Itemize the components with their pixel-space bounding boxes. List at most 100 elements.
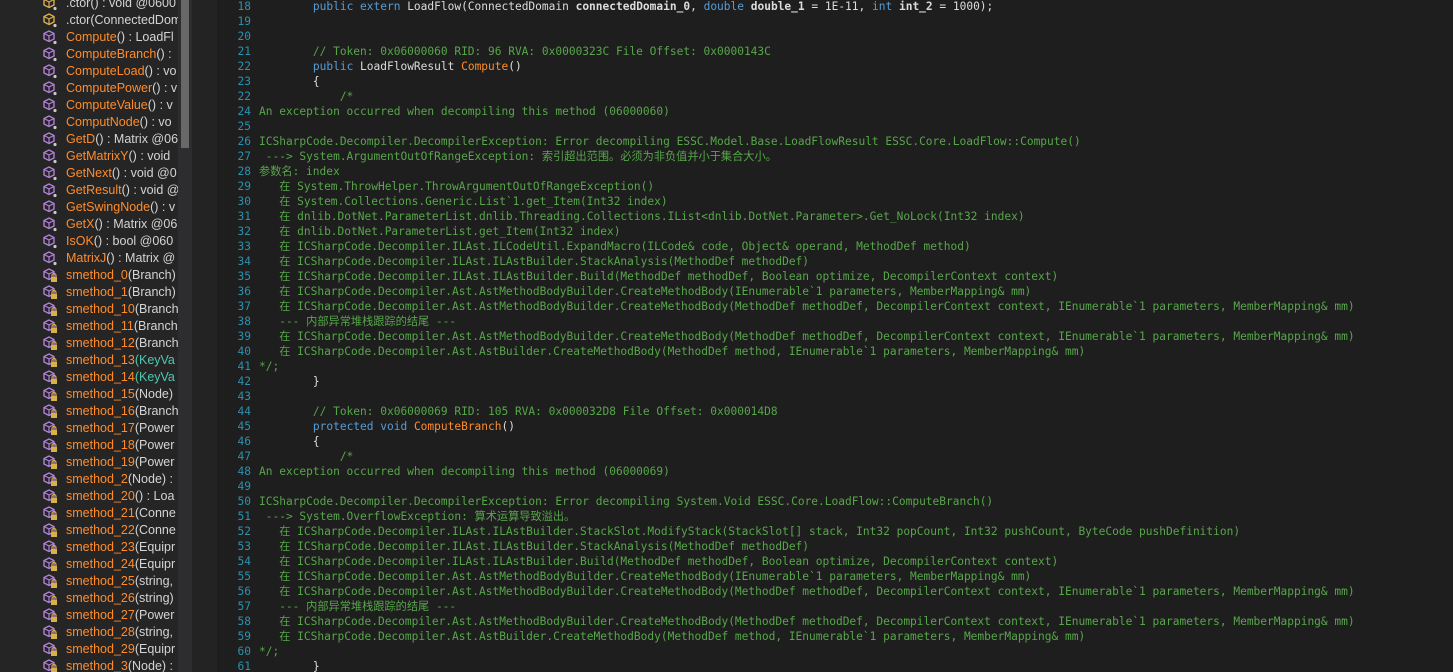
- code-line[interactable]: 55 在 ICSharpCode.Decompiler.Ast.AstMetho…: [217, 569, 1453, 584]
- code-token: int: [872, 0, 893, 13]
- tree-item-method[interactable]: Compute() : LoadFl: [0, 29, 178, 46]
- tree-item-method[interactable]: IsOK() : bool @060: [0, 233, 178, 250]
- method-signature: (Branch): [127, 285, 176, 299]
- code-line[interactable]: 46 {: [217, 434, 1453, 449]
- code-line[interactable]: 27 ---> System.ArgumentOutOfRangeExcepti…: [217, 149, 1453, 164]
- code-line[interactable]: 60 */;: [217, 644, 1453, 659]
- tree-item-method[interactable]: smethod_27(Power: [0, 607, 178, 624]
- code-line[interactable]: 43: [217, 389, 1453, 404]
- code-line[interactable]: 58 在 ICSharpCode.Decompiler.Ast.AstMetho…: [217, 614, 1453, 629]
- code-line[interactable]: 25: [217, 119, 1453, 134]
- code-line[interactable]: 57 --- 内部异常堆栈跟踪的结尾 ---: [217, 599, 1453, 614]
- tree-item-method[interactable]: MatrixJ() : Matrix @: [0, 250, 178, 267]
- tree-item-method[interactable]: smethod_13(KeyVa: [0, 352, 178, 369]
- code-line[interactable]: 54 在 ICSharpCode.Decompiler.ILAst.ILAstB…: [217, 554, 1453, 569]
- code-line[interactable]: 32 在 dnlib.DotNet.ParameterList.get_Item…: [217, 224, 1453, 239]
- code-line[interactable]: 18 public extern LoadFlow(ConnectedDomai…: [217, 0, 1453, 14]
- code-line[interactable]: 21 // Token: 0x06000060 RID: 96 RVA: 0x0…: [217, 44, 1453, 59]
- tree-item-method[interactable]: smethod_11(Branch: [0, 318, 178, 335]
- tree-item-method[interactable]: smethod_3(Node) :: [0, 658, 178, 672]
- tree-item-method[interactable]: smethod_2(Node) :: [0, 471, 178, 488]
- tree-item-method[interactable]: smethod_0(Branch): [0, 267, 178, 284]
- line-number: 42: [237, 375, 251, 388]
- code-line[interactable]: 19: [217, 14, 1453, 29]
- tree-item-method[interactable]: smethod_24(Equipr: [0, 556, 178, 573]
- tree-item-method[interactable]: smethod_20() : Loa: [0, 488, 178, 505]
- tree-item-method[interactable]: smethod_23(Equipr: [0, 539, 178, 556]
- code-line[interactable]: 56 在 ICSharpCode.Decompiler.Ast.AstMetho…: [217, 584, 1453, 599]
- tree-item-method[interactable]: smethod_10(Branch: [0, 301, 178, 318]
- line-number: 47: [237, 450, 251, 463]
- code-editor[interactable]: 18 public extern LoadFlow(ConnectedDomai…: [217, 0, 1453, 672]
- tree-item-label: smethod_15(Node): [66, 386, 173, 403]
- tree-item-method[interactable]: smethod_1(Branch): [0, 284, 178, 301]
- tree-item-method[interactable]: smethod_14(KeyVa: [0, 369, 178, 386]
- tree-item-method[interactable]: GetD() : Matrix @06: [0, 131, 178, 148]
- code-line[interactable]: 35 在 ICSharpCode.Decompiler.ILAst.ILAstB…: [217, 269, 1453, 284]
- code-line[interactable]: 42 }: [217, 374, 1453, 389]
- code-line[interactable]: 45 protected void ComputeBranch(): [217, 419, 1453, 434]
- tree-item-method[interactable]: ComputeValue() : v: [0, 97, 178, 114]
- code-line[interactable]: 59 在 ICSharpCode.Decompiler.Ast.AstBuild…: [217, 629, 1453, 644]
- code-line[interactable]: 22 /*: [217, 89, 1453, 104]
- method-cube-lock-icon: [43, 472, 57, 486]
- tree-item-method[interactable]: smethod_16(Branch: [0, 403, 178, 420]
- code-line[interactable]: 44 // Token: 0x06000069 RID: 105 RVA: 0x…: [217, 404, 1453, 419]
- code-line[interactable]: 24 An exception occurred when decompiling…: [217, 104, 1453, 119]
- tree-item-method[interactable]: GetResult() : void @: [0, 182, 178, 199]
- tree-item-method[interactable]: smethod_15(Node): [0, 386, 178, 403]
- code-line[interactable]: 26 ICSharpCode.Decompiler.DecompilerExcep…: [217, 134, 1453, 149]
- tree-item-method[interactable]: GetMatrixY() : void: [0, 148, 178, 165]
- tree-item-method[interactable]: GetNext() : void @0: [0, 165, 178, 182]
- tree-item-method[interactable]: ComputePower() : v: [0, 80, 178, 97]
- tree-item-method[interactable]: smethod_21(Conne: [0, 505, 178, 522]
- tree-item-label: smethod_18(Power: [66, 437, 174, 454]
- tree-item-method[interactable]: smethod_19(Power: [0, 454, 178, 471]
- tree-item-method[interactable]: smethod_18(Power: [0, 437, 178, 454]
- scrollbar-thumb[interactable]: [181, 0, 189, 148]
- code-line[interactable]: 20: [217, 29, 1453, 44]
- code-line[interactable]: 51 ---> System.OverflowException: 算术运算导致…: [217, 509, 1453, 524]
- panel-splitter[interactable]: [192, 0, 217, 672]
- tree-item-method[interactable]: smethod_17(Power: [0, 420, 178, 437]
- tree-item-method[interactable]: ComputNode() : vo: [0, 114, 178, 131]
- code-line[interactable]: 33 在 ICSharpCode.Decompiler.ILAst.ILCode…: [217, 239, 1453, 254]
- code-line[interactable]: 40 在 ICSharpCode.Decompiler.Ast.AstBuild…: [217, 344, 1453, 359]
- tree-item-method[interactable]: smethod_12(Branch: [0, 335, 178, 352]
- tree-item-method[interactable]: smethod_28(string,: [0, 624, 178, 641]
- tree-item-method[interactable]: .ctor(ConnectedDom: [0, 12, 178, 29]
- code-line[interactable]: 47 /*: [217, 449, 1453, 464]
- tree-item-method[interactable]: smethod_25(string,: [0, 573, 178, 590]
- tree-item-method[interactable]: GetSwingNode() : v: [0, 199, 178, 216]
- code-line[interactable]: 41 */;: [217, 359, 1453, 374]
- code-line[interactable]: 30 在 System.Collections.Generic.List`1.g…: [217, 194, 1453, 209]
- code-line[interactable]: 23 {: [217, 74, 1453, 89]
- tree-item-method[interactable]: smethod_22(Conne: [0, 522, 178, 539]
- code-line[interactable]: 38 --- 内部异常堆栈跟踪的结尾 ---: [217, 314, 1453, 329]
- code-line[interactable]: 29 在 System.ThrowHelper.ThrowArgumentOut…: [217, 179, 1453, 194]
- code-line[interactable]: 39 在 ICSharpCode.Decompiler.Ast.AstMetho…: [217, 329, 1453, 344]
- code-token: 在 ICSharpCode.Decompiler.Ast.AstMethodBo…: [259, 570, 1032, 583]
- code-line[interactable]: 34 在 ICSharpCode.Decompiler.ILAst.ILAstB…: [217, 254, 1453, 269]
- tree-item-method[interactable]: GetX() : Matrix @06: [0, 216, 178, 233]
- line-number: 53: [237, 540, 251, 553]
- code-line[interactable]: 52 在 ICSharpCode.Decompiler.ILAst.ILAstB…: [217, 524, 1453, 539]
- tree-item-method[interactable]: smethod_26(string): [0, 590, 178, 607]
- code-line[interactable]: 50 ICSharpCode.Decompiler.DecompilerExcep…: [217, 494, 1453, 509]
- tree-item-method[interactable]: ComputeLoad() : vo: [0, 63, 178, 80]
- code-line[interactable]: 22 public LoadFlowResult Compute(): [217, 59, 1453, 74]
- code-line[interactable]: 61 }: [217, 659, 1453, 672]
- code-line[interactable]: 53 在 ICSharpCode.Decompiler.ILAst.ILAstB…: [217, 539, 1453, 554]
- code-line[interactable]: 49: [217, 479, 1453, 494]
- code-line[interactable]: 37 在 ICSharpCode.Decompiler.Ast.AstMetho…: [217, 299, 1453, 314]
- tree-item-method[interactable]: smethod_29(Equipr: [0, 641, 178, 658]
- code-line[interactable]: 28 参数名: index: [217, 164, 1453, 179]
- code-line[interactable]: 31 在 dnlib.DotNet.ParameterList.dnlib.Th…: [217, 209, 1453, 224]
- tree-vertical-scrollbar[interactable]: [178, 0, 192, 672]
- tree-item-method[interactable]: ComputeBranch() :: [0, 46, 178, 63]
- line-number: 36: [237, 285, 251, 298]
- code-line[interactable]: 48 An exception occurred when decompiling…: [217, 464, 1453, 479]
- code-line[interactable]: 36 在 ICSharpCode.Decompiler.Ast.AstMetho…: [217, 284, 1453, 299]
- tree-item-method[interactable]: .ctor() : void @0600: [0, 0, 178, 12]
